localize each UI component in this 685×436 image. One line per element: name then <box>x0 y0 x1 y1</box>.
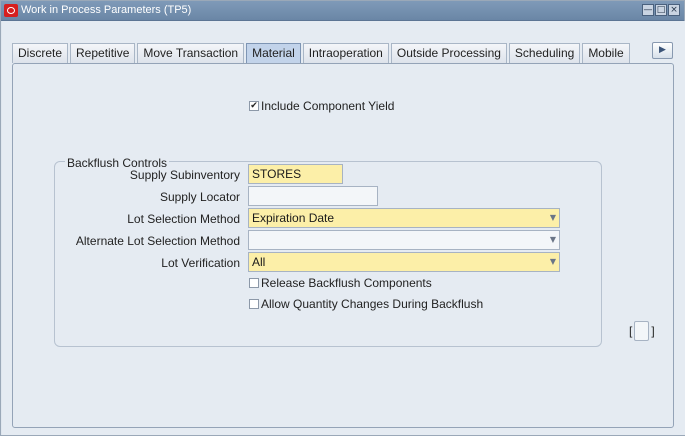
alternate-lot-selection-method-label: Alternate Lot Selection Method <box>75 234 240 248</box>
oracle-logo-icon <box>4 4 18 17</box>
include-component-yield-label: Include Component Yield <box>261 99 395 113</box>
supply-subinventory-label: Supply Subinventory <box>129 168 240 182</box>
supply-locator-label: Supply Locator <box>159 190 240 204</box>
alternate-lot-selection-method-select[interactable]: ▼ <box>248 230 560 250</box>
tab-move-transaction[interactable]: Move Transaction <box>137 43 245 63</box>
include-component-yield-checkbox[interactable]: ✔ <box>249 101 259 111</box>
lot-verification-value: All <box>252 255 266 269</box>
flexfield-close-bracket: ] <box>651 324 655 338</box>
tab-material[interactable]: Material <box>246 43 301 64</box>
app-window: Work in Process Parameters (TP5) — □ × D… <box>0 0 685 436</box>
flexfield-open-bracket: [ <box>629 324 633 338</box>
tab-repetitive[interactable]: Repetitive <box>70 43 136 63</box>
window-controls: — □ × <box>642 4 680 16</box>
supply-locator-field[interactable] <box>248 186 378 206</box>
title-bar[interactable]: Work in Process Parameters (TP5) — □ × <box>1 1 684 21</box>
tab-intraoperation[interactable]: Intraoperation <box>302 43 389 63</box>
window-title: Work in Process Parameters (TP5) <box>21 4 192 16</box>
tab-outside-processing[interactable]: Outside Processing <box>390 43 507 63</box>
chevron-down-icon[interactable]: ▼ <box>550 253 556 271</box>
lot-selection-method-value: Expiration Date <box>252 211 335 225</box>
tab-bar: Discrete Repetitive Move Transaction Mat… <box>12 43 632 64</box>
close-icon[interactable]: × <box>668 4 680 16</box>
descriptive-flexfield: [ ] <box>629 321 655 341</box>
allow-quantity-changes-checkbox[interactable] <box>249 299 259 309</box>
material-tab-panel: ✔ Include Component Yield Backflush Cont… <box>12 63 674 428</box>
chevron-down-icon[interactable]: ▼ <box>550 209 556 227</box>
lot-selection-method-select[interactable]: Expiration Date ▼ <box>248 208 560 228</box>
allow-quantity-changes-label: Allow Quantity Changes During Backflush <box>261 297 484 311</box>
tab-scroll-right-button[interactable]: ▶ <box>652 42 673 59</box>
client-area: Discrete Repetitive Move Transaction Mat… <box>2 21 685 435</box>
chevron-down-icon[interactable]: ▼ <box>550 231 556 249</box>
release-backflush-components-label: Release Backflush Components <box>261 276 432 290</box>
tab-discrete[interactable]: Discrete <box>12 43 69 63</box>
lot-selection-method-label: Lot Selection Method <box>127 212 240 226</box>
release-backflush-components-checkbox[interactable] <box>249 278 259 288</box>
tab-mobile[interactable]: Mobile <box>582 43 630 63</box>
flexfield-field[interactable] <box>634 321 650 341</box>
lot-verification-select[interactable]: All ▼ <box>248 252 560 272</box>
lot-verification-label: Lot Verification <box>161 256 240 270</box>
maximize-icon[interactable]: □ <box>655 4 667 16</box>
tab-scheduling[interactable]: Scheduling <box>508 43 581 63</box>
minimize-icon[interactable]: — <box>642 4 654 16</box>
supply-subinventory-field[interactable]: STORES <box>248 164 343 184</box>
